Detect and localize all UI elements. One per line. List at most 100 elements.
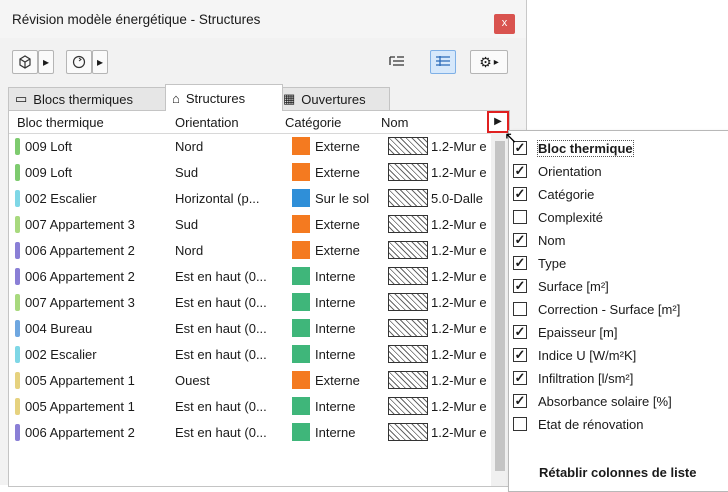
refresh-icon[interactable] <box>66 50 92 74</box>
cell-nom: 1.2-Mur e <box>431 399 487 414</box>
table-row[interactable]: 009 Loft Sud Externe 1.2-Mur e <box>9 160 491 186</box>
cell-orientation: Est en haut (0... <box>175 269 267 284</box>
menu-item-orientation[interactable]: ✓ Orientation <box>513 160 727 182</box>
checkbox[interactable]: ✓ <box>513 348 527 362</box>
menu-item-label: Absorbance solaire [%] <box>538 393 672 409</box>
category-swatch <box>292 319 310 337</box>
tab-structures[interactable]: ⌂ Structures <box>165 84 283 111</box>
refresh-dropdown-arrow[interactable]: ▸ <box>92 50 108 74</box>
hatch-pattern-icon <box>388 397 428 415</box>
category-swatch <box>292 293 310 311</box>
menu-item-surface-m-[interactable]: ✓ Surface [m²] <box>513 275 727 297</box>
menu-item-label: Bloc thermique <box>537 139 634 157</box>
scrollbar-thumb[interactable] <box>495 141 505 471</box>
bloc-color-bar <box>15 398 20 415</box>
checkbox[interactable]: ✓ <box>513 233 527 247</box>
hatch-pattern-icon <box>388 267 428 285</box>
table-row[interactable]: 009 Loft Nord Externe 1.2-Mur e <box>9 134 491 160</box>
menu-item-etat-de-r-novation[interactable]: Etat de rénovation <box>513 413 727 435</box>
table-row[interactable]: 006 Appartement 2 Est en haut (0... Intern… <box>9 264 491 290</box>
menu-item-correction-surface-m-[interactable]: Correction - Surface [m²] <box>513 298 727 320</box>
energy-review-panel: Révision modèle énergétique - Structures… <box>0 0 527 487</box>
cell-orientation: Sud <box>175 165 199 180</box>
category-swatch <box>292 345 310 363</box>
reset-columns-button[interactable]: Rétablir colonnes de liste <box>539 465 697 480</box>
menu-item-complexit-[interactable]: Complexité <box>513 206 727 228</box>
cell-nom: 5.0-Dalle <box>431 191 484 206</box>
tab-ouvertures[interactable]: ▦ Ouvertures <box>276 87 390 110</box>
cell-bloc: 005 Appartement 1 <box>25 399 135 414</box>
menu-item-cat-gorie[interactable]: ✓ Catégorie <box>513 183 727 205</box>
table-row[interactable]: 005 Appartement 1 Ouest Externe 1.2-Mur e <box>9 368 491 394</box>
structures-table: Bloc thermique Orientation Catégorie Nom… <box>8 110 510 487</box>
cube-icon[interactable] <box>12 50 38 74</box>
gear-icon[interactable]: ⚙ ▸ <box>470 50 508 74</box>
tab-blocs-thermiques[interactable]: ▭ Blocs thermiques <box>8 87 172 110</box>
menu-item-indice-u-w-m-k-[interactable]: ✓ Indice U [W/m²K] <box>513 344 727 366</box>
menu-item-label: Orientation <box>538 163 602 179</box>
table-row[interactable]: 002 Escalier Est en haut (0... Interne 1.2-… <box>9 342 491 368</box>
table-row[interactable]: 002 Escalier Horizontal (p... Sur le sol 5.… <box>9 186 491 212</box>
checkbox[interactable]: ✓ <box>513 394 527 408</box>
house-icon: ⌂ <box>172 90 180 106</box>
checkbox[interactable]: ✓ <box>513 256 527 270</box>
checkbox[interactable]: ✓ <box>513 164 527 178</box>
cell-nom: 1.2-Mur e <box>431 139 487 154</box>
table-row[interactable]: 005 Appartement 1 Est en haut (0... Intern… <box>9 394 491 420</box>
tab-label: Structures <box>185 90 246 106</box>
table-row[interactable]: 006 Appartement 2 Est en haut (0... Intern… <box>9 420 491 446</box>
menu-item-absorbance-solaire-[interactable]: ✓ Absorbance solaire [%] <box>513 390 727 412</box>
menu-item-nom[interactable]: ✓ Nom <box>513 229 727 251</box>
cell-orientation: Est en haut (0... <box>175 425 267 440</box>
hatch-pattern-icon <box>388 215 428 233</box>
gear-dropdown-arrow: ▸ <box>493 56 499 68</box>
checkbox[interactable]: ✓ <box>513 187 527 201</box>
cell-categorie: Interne <box>315 399 356 414</box>
category-swatch <box>292 163 310 181</box>
menu-item-label: Nom <box>538 232 566 248</box>
cell-bloc: 002 Escalier <box>25 347 97 362</box>
cell-bloc: 006 Appartement 2 <box>25 243 135 258</box>
cell-nom: 1.2-Mur e <box>431 269 487 284</box>
bloc-color-bar <box>15 190 20 207</box>
checkbox[interactable] <box>513 302 527 316</box>
cell-nom: 1.2-Mur e <box>431 295 487 310</box>
cell-bloc: 009 Loft <box>25 139 72 154</box>
header-nom[interactable]: Nom <box>381 115 408 130</box>
cell-categorie: Sur le sol <box>315 191 370 206</box>
header-categorie[interactable]: Catégorie <box>285 115 341 130</box>
bloc-color-bar <box>15 138 20 155</box>
cell-bloc: 006 Appartement 2 <box>25 425 135 440</box>
cell-categorie: Externe <box>315 243 360 258</box>
checkbox[interactable]: ✓ <box>513 279 527 293</box>
table-row[interactable]: 004 Bureau Est en haut (0... Interne 1.2-Mu… <box>9 316 491 342</box>
checkbox[interactable] <box>513 417 527 431</box>
cell-orientation: Est en haut (0... <box>175 295 267 310</box>
menu-item-infiltration-l-sm-[interactable]: ✓ Infiltration [l/sm²] <box>513 367 727 389</box>
close-button[interactable]: x <box>494 14 515 34</box>
menu-item-bloc-thermique[interactable]: ✓ Bloc thermique <box>513 137 727 159</box>
detail-list-icon[interactable] <box>430 50 456 74</box>
hatch-pattern-icon <box>388 189 428 207</box>
table-row[interactable]: 007 Appartement 3 Sud Externe 1.2-Mur e <box>9 212 491 238</box>
hatch-pattern-icon <box>388 137 428 155</box>
header-orientation[interactable]: Orientation <box>175 115 239 130</box>
header-bloc-thermique[interactable]: Bloc thermique <box>17 115 104 130</box>
window-title: Révision modèle énergétique - Structures <box>12 12 261 27</box>
checkbox[interactable]: ✓ <box>513 371 527 385</box>
view-dropdown-arrow[interactable]: ▸ <box>38 50 54 74</box>
hatch-pattern-icon <box>388 293 428 311</box>
table-row[interactable]: 006 Appartement 2 Nord Externe 1.2-Mur e <box>9 238 491 264</box>
category-swatch <box>292 241 310 259</box>
tree-list-icon[interactable] <box>384 50 410 74</box>
checkbox[interactable] <box>513 210 527 224</box>
menu-item-type[interactable]: ✓ Type <box>513 252 727 274</box>
menu-item-epaisseur-m-[interactable]: ✓ Epaisseur [m] <box>513 321 727 343</box>
scrollbar[interactable] <box>491 133 509 486</box>
cell-orientation: Nord <box>175 139 204 154</box>
menu-item-label: Indice U [W/m²K] <box>538 347 637 363</box>
table-row[interactable]: 007 Appartement 3 Est en haut (0... Intern… <box>9 290 491 316</box>
cell-categorie: Externe <box>315 165 360 180</box>
menu-item-label: Infiltration [l/sm²] <box>538 370 634 386</box>
checkbox[interactable]: ✓ <box>513 325 527 339</box>
